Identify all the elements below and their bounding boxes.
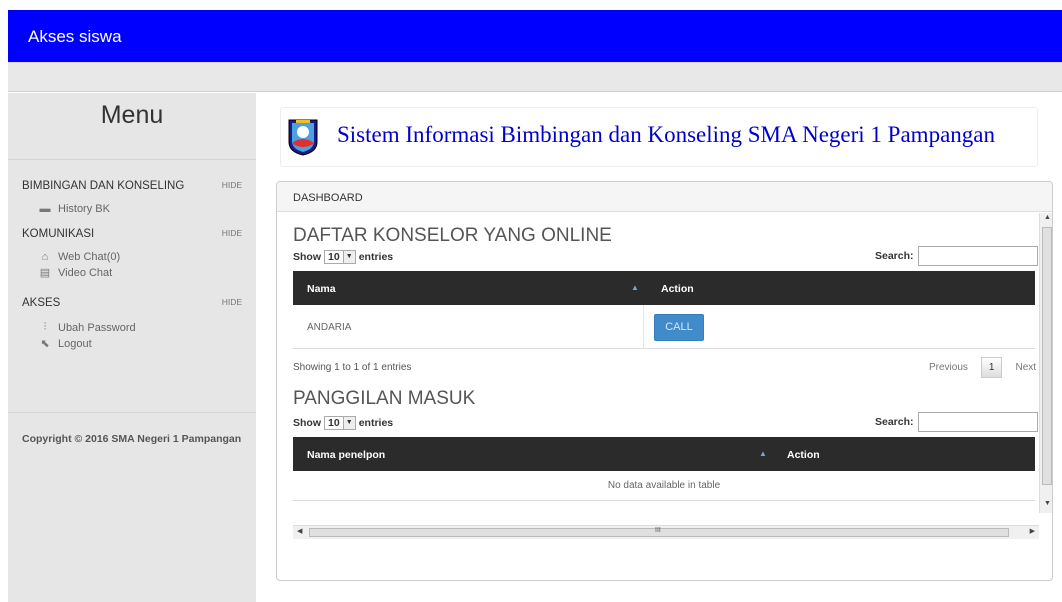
column-header-action[interactable]: Action	[661, 283, 694, 295]
hide-toggle[interactable]: HIDE	[222, 228, 242, 238]
section-akses[interactable]: AKSES HIDE	[22, 297, 246, 309]
search-label: Search:	[875, 416, 914, 428]
show-label: Show	[293, 251, 321, 263]
call-button[interactable]: CALL	[654, 314, 704, 341]
next-button[interactable]: Next	[1006, 358, 1039, 377]
sidebar-item-label: Web Chat(0)	[58, 251, 121, 263]
search-label: Search:	[875, 250, 914, 262]
scroll-up-icon[interactable]: ▲	[1040, 214, 1052, 226]
sliders-icon: ⫶	[43, 321, 47, 333]
sidebar-item-history-bk[interactable]: ▬ History BK	[38, 203, 110, 215]
main-area: Sistem Informasi Bimbingan dan Konseling…	[256, 93, 1062, 602]
entries-value: 10	[328, 417, 340, 429]
scrollbar-thumb[interactable]	[1042, 227, 1052, 485]
sidebar-item-web-chat[interactable]: ⌂ Web Chat(0)	[38, 251, 120, 263]
vertical-scrollbar[interactable]: ▲ ▼	[1039, 213, 1052, 513]
column-header-nama[interactable]: Nama	[307, 283, 336, 295]
sub-bar	[8, 62, 1062, 92]
dashboard-panel: DASHBOARD DAFTAR KONSELOR YANG ONLINE Sh…	[276, 181, 1053, 581]
entries-label: entries	[358, 417, 394, 429]
section-bimbingan[interactable]: BIMBINGAN DAN KONSELING HIDE	[22, 180, 246, 192]
cell-divider	[643, 305, 644, 349]
left-edge	[0, 0, 8, 602]
scroll-right-icon[interactable]: ▶	[1030, 527, 1035, 535]
sidebar-item-label: Logout	[58, 337, 92, 350]
chevron-down-icon: ▼	[342, 417, 355, 429]
sort-asc-icon[interactable]: ▲	[759, 449, 767, 458]
sidebar-item-label: Ubah Password	[58, 321, 136, 334]
scroll-left-icon[interactable]: ◀	[297, 527, 302, 535]
search-input[interactable]	[917, 246, 1038, 266]
panggilan-length-control: Show 10 ▼ entries	[293, 416, 393, 430]
previous-button[interactable]: Previous	[920, 358, 977, 377]
sidebar-item-ubah-password[interactable]: ⫶ Ubah Password	[38, 321, 136, 334]
sidebar-divider	[8, 159, 256, 160]
sidebar: Menu BIMBINGAN DAN KONSELING HIDE ▬ Hist…	[8, 93, 256, 602]
konselor-table: Nama ▲ Action ANDARIA CALL	[293, 271, 1035, 349]
section-label: KOMUNIKASI	[22, 228, 95, 240]
folder-icon: ▬	[39, 203, 51, 215]
show-label: Show	[293, 417, 321, 429]
banner: Sistem Informasi Bimbingan dan Konseling…	[280, 107, 1038, 167]
chat-icon: ⌂	[41, 251, 49, 263]
menu-title: Menu	[100, 101, 164, 129]
school-logo-icon	[288, 119, 318, 156]
banner-title: Sistem Informasi Bimbingan dan Konseling…	[337, 122, 995, 147]
chevron-down-icon: ▼	[342, 251, 355, 263]
column-header-action[interactable]: Action	[787, 449, 820, 461]
top-bar: Akses siswa	[8, 10, 1062, 62]
sidebar-item-video-chat[interactable]: ▤ Video Chat	[38, 266, 113, 280]
panel-content: DAFTAR KONSELOR YANG ONLINE Show 10 ▼ en…	[277, 213, 1039, 531]
horizontal-scrollbar[interactable]: ◀ III ▶	[293, 525, 1039, 539]
app-title: Akses siswa	[28, 27, 122, 46]
table-header: Nama penelpon ▲ Action	[293, 437, 1035, 471]
grip-icon: III	[655, 527, 661, 534]
konselor-search: Search:	[875, 246, 1038, 266]
sidebar-item-logout[interactable]: ⬉ Logout	[38, 337, 92, 351]
konselor-info: Showing 1 to 1 of 1 entries	[293, 362, 412, 373]
sidebar-item-label: History BK	[58, 203, 110, 215]
table-header: Nama ▲ Action	[293, 271, 1035, 305]
scroll-down-icon[interactable]: ▼	[1040, 500, 1052, 512]
cell-nama: ANDARIA	[307, 322, 352, 333]
column-header-nama-penelpon[interactable]: Nama penelpon	[307, 449, 385, 461]
entries-value: 10	[328, 251, 340, 263]
film-icon: ▤	[39, 267, 51, 279]
sidebar-item-label: Video Chat	[58, 266, 113, 279]
sidebar-divider	[8, 412, 256, 413]
page-1-button[interactable]: 1	[980, 357, 1003, 378]
entries-select[interactable]: 10 ▼	[324, 416, 356, 430]
table-row: ANDARIA CALL	[293, 305, 1035, 349]
panggilan-table: Nama penelpon ▲ Action No data available…	[293, 437, 1035, 501]
hide-toggle[interactable]: HIDE	[222, 297, 242, 307]
entries-label: entries	[358, 251, 394, 263]
konselor-title: DAFTAR KONSELOR YANG ONLINE	[293, 225, 612, 246]
panggilan-title: PANGGILAN MASUK	[293, 388, 476, 409]
section-label: AKSES	[22, 297, 61, 309]
empty-row: No data available in table	[293, 471, 1035, 501]
logout-icon: ⬉	[40, 338, 50, 350]
section-label: BIMBINGAN DAN KONSELING	[22, 180, 185, 192]
section-komunikasi[interactable]: KOMUNIKASI HIDE	[22, 228, 246, 240]
hide-toggle[interactable]: HIDE	[222, 180, 242, 190]
konselor-pagination: Previous 1 Next	[920, 357, 1039, 378]
search-input[interactable]	[917, 412, 1038, 432]
copyright: Copyright © 2016 SMA Negeri 1 Pampangan	[22, 433, 242, 445]
panggilan-search: Search:	[875, 412, 1038, 432]
konselor-length-control: Show 10 ▼ entries	[293, 250, 393, 264]
panel-heading: DASHBOARD	[277, 182, 1052, 212]
sort-asc-icon[interactable]: ▲	[631, 283, 639, 292]
entries-select[interactable]: 10 ▼	[324, 250, 356, 264]
